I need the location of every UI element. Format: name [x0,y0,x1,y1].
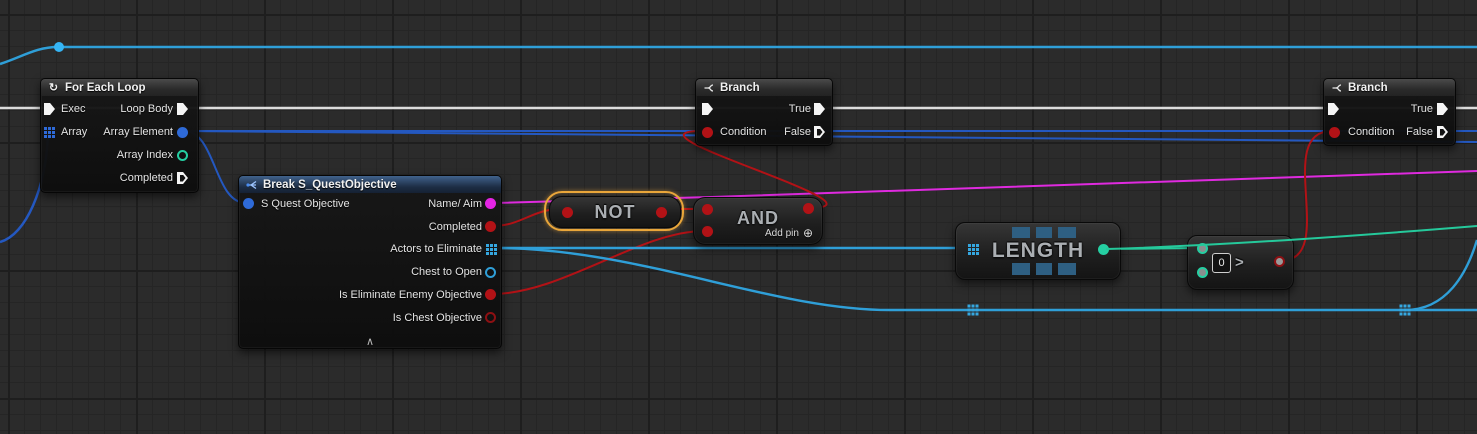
and-input-2-pin[interactable] [702,226,714,238]
array-input-pin[interactable] [44,127,56,139]
pin-label: Completed [119,172,173,184]
node-header[interactable]: Branch [1324,79,1455,96]
node-title: Branch [1348,81,1388,94]
length-output-pin[interactable] [1098,244,1110,256]
node-branch-2[interactable]: Branch True Condition False [1323,78,1456,146]
not-input-pin[interactable] [562,207,574,219]
branch1-false-pin[interactable] [814,126,826,138]
node-break-quest-objective[interactable]: Break S_QuestObjective S Quest Objective… [238,175,502,349]
greater-value: 0 [1218,257,1225,269]
length-watermark [1012,263,1030,275]
array-element-pin[interactable] [177,127,189,139]
is-chest-objective-pin[interactable] [485,312,497,324]
pin-label: False [1406,126,1433,138]
node-not-selection[interactable]: NOT [544,191,684,231]
wire-cyan-top[interactable] [0,45,1477,66]
pin-label: Array Element [103,126,173,138]
node-header[interactable]: Branch [696,79,832,96]
length-label: LENGTH [991,239,1085,262]
struct-input-pin[interactable] [243,198,255,210]
node-title: For Each Loop [65,81,146,94]
branch2-exec-pin[interactable] [1328,103,1340,115]
completed-exec-pin[interactable] [177,172,189,184]
pin-label: True [788,103,811,115]
pin-label: S Quest Objective [261,198,350,210]
length-input-pin[interactable] [968,244,980,256]
name-aim-pin[interactable] [485,198,497,210]
chest-to-open-pin[interactable] [485,267,497,279]
pin-label: Loop Body [120,103,173,115]
branch1-exec-pin[interactable] [702,103,714,115]
not-output-pin[interactable] [656,207,668,219]
pin-label: Actors to Eliminate [390,243,482,255]
add-pin-button[interactable]: Add pin ⊕ [765,226,813,240]
and-input-1-pin[interactable] [702,204,714,216]
collapse-chevron-icon[interactable]: ∧ [239,336,501,348]
actors-to-eliminate-pin[interactable] [486,244,498,256]
greater-input-1-pin[interactable] [1197,243,1209,255]
node-greater[interactable]: 0 > [1187,235,1294,290]
node-for-each-loop[interactable]: ↻ For Each Loop Exec Loop Body Array Arr… [40,78,199,193]
reroute-dot-cyan[interactable] [54,42,64,52]
node-header[interactable]: Break S_QuestObjective [239,176,501,193]
add-pin-label: Add pin [765,227,799,239]
branch-icon [702,81,715,94]
branch1-condition-pin[interactable] [702,127,714,139]
is-eliminate-enemy-pin[interactable] [485,289,497,301]
loop-icon: ↻ [48,82,59,94]
pin-label: Name/ Aim [428,198,482,210]
length-watermark [1036,227,1052,238]
branch2-false-pin[interactable] [1437,126,1449,138]
node-header[interactable]: ↻ For Each Loop [41,79,198,96]
wire-iselim-to-and[interactable] [491,230,705,295]
loop-body-pin[interactable] [177,103,189,115]
node-and[interactable]: AND Add pin ⊕ [693,197,823,245]
pin-label: Condition [1348,126,1395,138]
greater-output-pin[interactable] [1274,256,1286,268]
length-watermark [1012,227,1030,238]
branch1-true-pin[interactable] [814,103,826,115]
length-watermark [1058,227,1076,238]
greater-value-input[interactable]: 0 [1212,253,1231,273]
reroute-grid-2[interactable] [1399,304,1411,316]
and-output-pin[interactable] [803,203,815,215]
pin-label: Is Eliminate Enemy Objective [338,289,482,301]
branch2-true-pin[interactable] [1437,103,1449,115]
pin-label: False [784,126,811,138]
wire-actors-branch-up[interactable] [1404,239,1477,312]
blueprint-canvas[interactable]: ↻ For Each Loop Exec Loop Body Array Arr… [0,0,1477,434]
array-index-pin[interactable] [177,150,189,162]
pin-label: Completed [428,221,482,233]
greater-operator: > [1235,254,1245,271]
pin-label: Is Chest Objective [392,312,482,324]
pin-label: Array Index [116,149,173,161]
pin-label: Exec [61,103,86,115]
exec-input-pin[interactable] [44,103,56,115]
length-watermark [1058,263,1076,275]
not-label: NOT [594,201,636,222]
pin-label: True [1410,103,1433,115]
greater-input-2-pin[interactable] [1197,267,1209,279]
pin-label: Condition [720,126,767,138]
pin-label: Array [61,126,88,138]
node-not[interactable]: NOT [549,196,681,228]
length-watermark [1036,263,1052,275]
pin-label: Chest to Open [411,266,482,278]
completed-bool-pin[interactable] [485,221,497,233]
node-length[interactable]: LENGTH [955,222,1121,280]
node-branch-1[interactable]: Branch True Condition False [695,78,833,146]
node-title: Branch [720,81,760,94]
branch-icon [1330,81,1343,94]
node-title: Break S_QuestObjective [263,178,397,191]
branch2-condition-pin[interactable] [1329,127,1341,139]
reroute-grid-1[interactable] [967,304,979,316]
break-struct-icon [245,178,258,191]
add-pin-icon: ⊕ [802,226,813,240]
